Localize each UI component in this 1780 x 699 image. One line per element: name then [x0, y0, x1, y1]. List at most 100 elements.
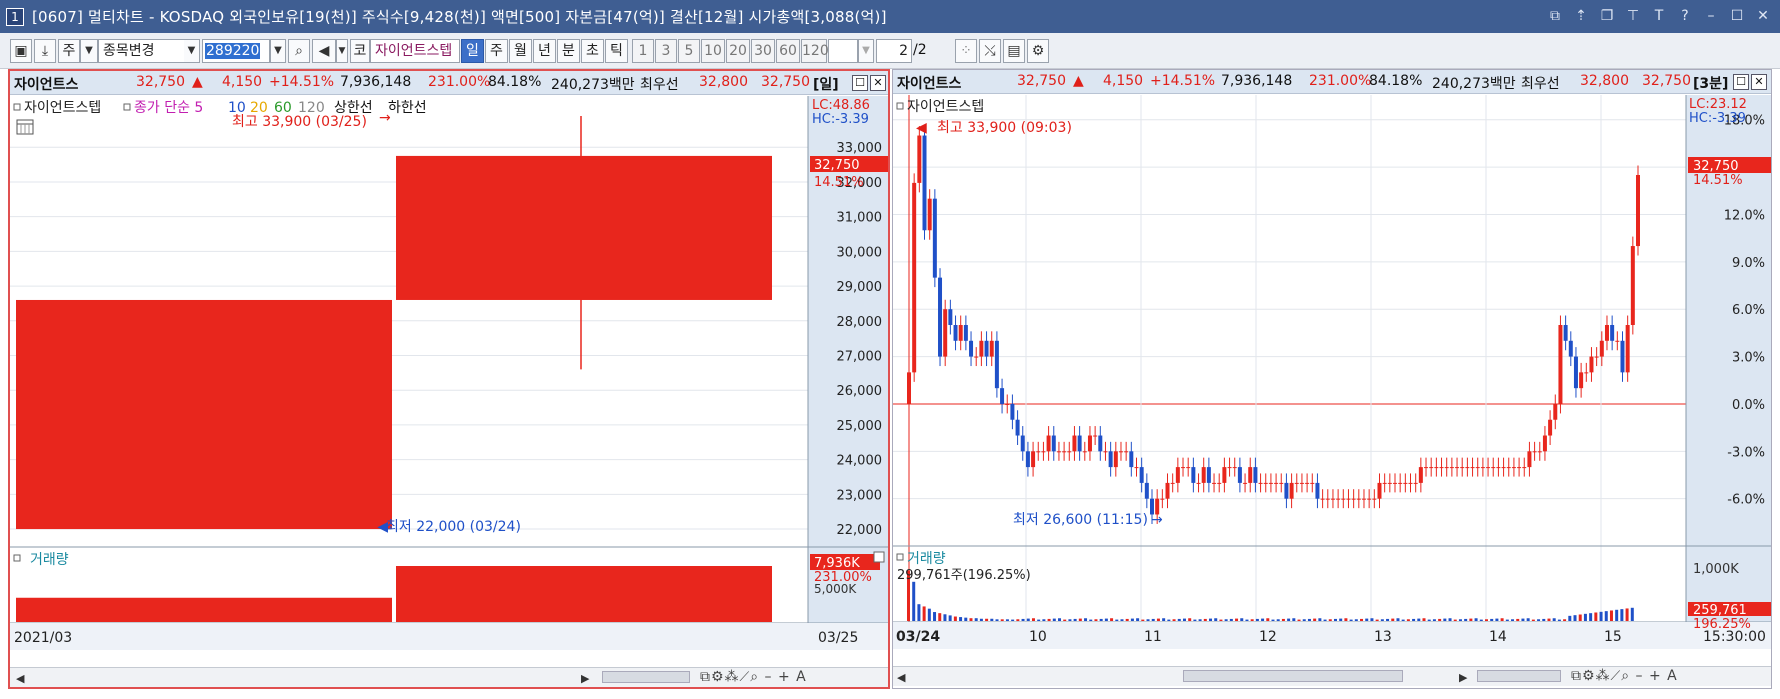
help-icon[interactable]: ?	[1674, 6, 1696, 26]
left-scroll-left-icon[interactable]: ◀	[16, 672, 24, 685]
right-volume-bar	[1604, 611, 1608, 621]
right-volume-bar	[1438, 618, 1442, 621]
right-candle-body	[1077, 435, 1082, 452]
period-button-second[interactable]: 초	[581, 39, 604, 63]
period-button-minute[interactable]: 분	[557, 39, 580, 63]
period-button-week[interactable]: 주	[485, 39, 508, 63]
change-stock-dropdown-icon[interactable]: ▼	[184, 39, 200, 63]
period-button-tick[interactable]: 틱	[605, 39, 628, 63]
left-low-arrow-icon: ◀	[377, 519, 388, 535]
left-scroll-right-icon[interactable]: ▶	[581, 672, 589, 685]
market-selector[interactable]: 주	[58, 39, 80, 63]
pin-icon[interactable]: ⇡	[1570, 6, 1592, 26]
right-volume-bar	[964, 617, 968, 621]
period-button-day[interactable]: 일	[461, 39, 484, 63]
speaker-icon[interactable]: ◀	[312, 39, 336, 63]
right-candle-body	[1599, 340, 1604, 357]
right-volume-bar	[1609, 610, 1613, 621]
right-candle-body	[1124, 451, 1129, 453]
stock-code-input[interactable]: 289220	[202, 39, 270, 63]
close-icon[interactable]: ✕	[1752, 6, 1774, 26]
right-close-icon[interactable]: ✕	[1751, 74, 1767, 90]
settings-gear-icon[interactable]: ⚙	[1027, 39, 1049, 63]
interval-button-5[interactable]: 5	[678, 39, 700, 63]
interval-button-60[interactable]: 60	[776, 39, 800, 63]
right-volume-bar	[1625, 608, 1629, 621]
calendar-icon[interactable]	[16, 119, 34, 135]
chart-grid-icon[interactable]: ⁘	[955, 39, 977, 63]
interval-button-20[interactable]: 20	[726, 39, 750, 63]
right-volume-bar	[1542, 618, 1546, 621]
right-price-grid	[893, 95, 1686, 622]
right-candle-body	[1036, 451, 1041, 453]
right-candle-body	[1165, 482, 1170, 499]
period-button-month[interactable]: 월	[509, 39, 532, 63]
right-scrollbar[interactable]: ◀ ▶ ⧉⚙⁂⟋⌕ – + A	[893, 666, 1771, 686]
right-candles	[907, 126, 1640, 524]
link-icon[interactable]: ⧉	[1544, 6, 1566, 26]
right-volume-bar	[979, 618, 983, 621]
right-x-axis-area	[893, 622, 1771, 649]
left-maximize-icon[interactable]: ☐	[852, 75, 868, 91]
right-scroll-right-icon[interactable]: ▶	[1459, 671, 1467, 684]
restore-layout-icon[interactable]: ❐	[1596, 6, 1618, 26]
trend-tool-icon[interactable]: ⤯	[979, 39, 1001, 63]
right-volume-bar	[1406, 619, 1410, 621]
interval-button-3[interactable]: 3	[655, 39, 677, 63]
left-vol-close-icon[interactable]	[873, 551, 885, 563]
right-volume-bar	[1469, 618, 1473, 621]
right-volume-bar	[1136, 618, 1140, 621]
right-candle-body	[1579, 372, 1584, 389]
text-icon[interactable]: T	[1648, 6, 1670, 26]
save-icon[interactable]: ▤	[1003, 39, 1025, 63]
interval-button-1[interactable]: 1	[632, 39, 654, 63]
interval-button-120[interactable]: 120	[801, 39, 829, 63]
right-volume-bar	[974, 618, 978, 621]
left-current-price: 32,750	[136, 74, 185, 90]
left-chart-panel[interactable]: 자이언트스 32,750 ▲ 4,150 +14.51% 7,936,148 2…	[8, 69, 890, 689]
download-icon[interactable]: ⤓	[34, 39, 56, 63]
right-candle-body	[1356, 498, 1361, 500]
right-candle-body	[984, 340, 989, 357]
right-scroll-left-icon[interactable]: ◀	[897, 671, 905, 684]
right-candle-body	[917, 135, 922, 183]
right-maximize-icon[interactable]: ☐	[1733, 74, 1749, 90]
interval-custom-input[interactable]	[828, 39, 858, 63]
maximize-icon[interactable]: ☐	[1726, 6, 1748, 26]
right-volume-bar	[1323, 619, 1327, 621]
code-type-button[interactable]: 코	[350, 39, 370, 63]
speaker-dropdown-icon[interactable]: ▼	[336, 39, 348, 63]
code-dropdown-icon[interactable]: ▼	[270, 39, 286, 63]
left-y-tick-label: 26,000	[837, 384, 883, 399]
right-volume-bar	[1203, 618, 1207, 621]
right-candle-body	[1258, 482, 1263, 484]
interval-dropdown-icon[interactable]: ▼	[858, 39, 874, 63]
right-volume-bar	[1578, 614, 1582, 621]
layout-icon[interactable]: ▣	[10, 39, 32, 63]
stick-icon[interactable]: ⊤	[1622, 6, 1644, 26]
right-candle-body	[1025, 451, 1030, 468]
right-scroll-thumb[interactable]	[1183, 670, 1403, 682]
interval-button-30[interactable]: 30	[751, 39, 775, 63]
right-chart-panel[interactable]: 자이언트스 32,750 ▲ 4,150 +14.51% 7,936,148 2…	[892, 69, 1772, 689]
page-total: /2	[913, 42, 927, 58]
left-scrollbar[interactable]: ◀ ▶ ⧉⚙⁂⟋⌕ – + A	[10, 667, 888, 687]
market-dropdown-icon[interactable]: ▼	[80, 39, 98, 63]
left-zoom-slider[interactable]	[602, 671, 690, 683]
right-candle-body	[1449, 467, 1454, 469]
right-zoom-slider[interactable]	[1477, 670, 1561, 682]
left-close-icon[interactable]: ✕	[870, 75, 886, 91]
interval-button-10[interactable]: 10	[701, 39, 725, 63]
minimize-icon[interactable]: –	[1700, 6, 1722, 26]
left-chart-tools-icon[interactable]: ⧉⚙⁂⟋⌕ – + A	[700, 669, 807, 685]
left-daily-chart[interactable]: 22,000 23,000 24,000 25,000 26,000 27,000 28,0…	[10, 96, 888, 650]
right-candle-body	[1015, 419, 1020, 436]
right-best-bid: 32,750	[1642, 73, 1691, 89]
right-volume-bar	[1344, 618, 1348, 621]
right-candle-body	[1175, 467, 1180, 483]
search-icon[interactable]: ⌕	[288, 39, 310, 63]
page-input[interactable]: 2	[876, 39, 912, 63]
right-chart-tools-icon[interactable]: ⧉⚙⁂⟋⌕ – + A	[1571, 668, 1678, 684]
right-minute-chart[interactable]: -6.0%-3.0%0.0%3.0%6.0%9.0%12.0%15.0%18.0…	[893, 95, 1771, 649]
period-button-year[interactable]: 년	[533, 39, 556, 63]
